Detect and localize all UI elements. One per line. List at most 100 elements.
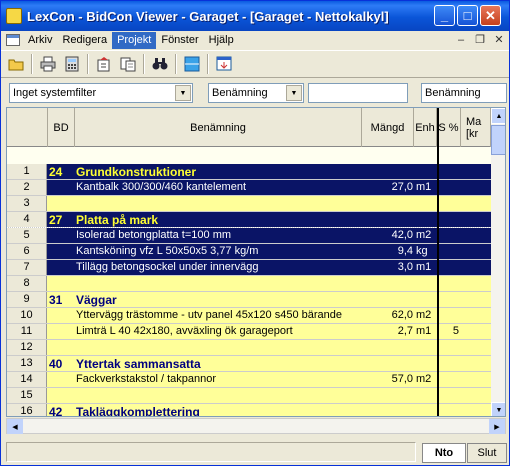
menu-redigera[interactable]: Redigera: [57, 32, 112, 49]
sort-field-dropdown[interactable]: Benämning ▼: [208, 83, 304, 103]
table-row[interactable]: 4 27 Platta på mark: [7, 212, 491, 228]
column-header-benamning[interactable]: Benämning: [75, 108, 362, 147]
close-button[interactable]: ✕: [480, 5, 501, 26]
document-window-icon[interactable]: [6, 34, 20, 46]
chevron-down-icon[interactable]: ▼: [175, 85, 191, 101]
column-header-mangd[interactable]: Mängd: [362, 108, 414, 147]
table-row[interactable]: 9 31 Väggar: [7, 292, 491, 308]
minimize-button[interactable]: _: [434, 5, 455, 26]
table-row[interactable]: 11 Limträ L 40 42x180, avväxling ök garag…: [7, 324, 491, 340]
search-input[interactable]: [308, 83, 408, 103]
title-bar[interactable]: LexCon - BidCon Viewer - Garaget - [Gara…: [1, 1, 509, 31]
print-button[interactable]: [39, 55, 57, 73]
table-row[interactable]: 7 Tillägg betongsockel under innervägg 3,0…: [7, 260, 491, 276]
table-row[interactable]: 13 40 Yttertak sammansatta: [7, 356, 491, 372]
layout-button[interactable]: [183, 55, 201, 73]
table-row[interactable]: 10 Yttervägg trästomme - utv panel 45x120…: [7, 308, 491, 324]
cell-enh: kg: [416, 245, 428, 257]
cell-enh: m1: [416, 181, 432, 193]
scroll-left-icon[interactable]: ◀: [7, 419, 23, 434]
search-column-value: Benämning: [425, 87, 481, 99]
maximize-button[interactable]: □: [457, 5, 478, 26]
cell-enh: m1: [416, 261, 432, 273]
table-row[interactable]: 14 Fackverkstakstol / takpannor 57,0 m2: [7, 372, 491, 388]
row-number: 8: [7, 276, 47, 291]
cell-bd: 40: [49, 357, 63, 371]
tab-slut[interactable]: Slut: [467, 443, 507, 463]
cell-mangd: 62,0: [391, 309, 413, 321]
mdi-close-button[interactable]: ✕: [492, 33, 506, 46]
horizontal-scrollbar[interactable]: ◀ ▶: [6, 418, 506, 434]
table-row[interactable]: 1 24 Grundkonstruktioner: [7, 164, 491, 180]
copy-icon: [120, 57, 136, 72]
menu-hjalp[interactable]: Hjälp: [204, 32, 239, 49]
menu-projekt[interactable]: Projekt: [112, 31, 157, 49]
scroll-right-icon[interactable]: ▶: [489, 419, 505, 434]
scroll-up-icon[interactable]: ▲: [491, 108, 505, 124]
sort-field-value: Benämning: [212, 87, 268, 99]
table-row[interactable]: 12: [7, 340, 491, 356]
grid-header: BD Benämning Mängd Enh S % Ma [kr: [7, 108, 491, 147]
vertical-scrollbar[interactable]: ▲ ▼: [491, 108, 505, 416]
cell-benamning: Kantsköning vfz L 50x50x5 3,77 kg/m: [76, 245, 259, 257]
open-button[interactable]: [7, 55, 25, 73]
menu-fonster[interactable]: Fönster: [156, 32, 203, 49]
calculation-grid[interactable]: BD Benämning Mängd Enh S % Ma [kr 1 24 Gru…: [6, 107, 506, 417]
chevron-down-icon[interactable]: ▼: [286, 85, 302, 101]
cell-mangd: 42,0: [391, 229, 413, 241]
column-header-bd[interactable]: BD: [48, 108, 75, 147]
table-row[interactable]: 3: [7, 196, 491, 212]
cell-benamning: Isolerad betongplatta t=100 mm: [76, 229, 232, 241]
cell-benamning: Yttertak sammansatta: [76, 357, 201, 371]
maximize-icon: □: [463, 8, 472, 23]
row-number-header: [7, 108, 48, 147]
toolbar-separator: [87, 54, 89, 74]
find-button[interactable]: [151, 55, 169, 73]
column-header-enh[interactable]: Enh: [414, 108, 437, 147]
column-divider-thick: [437, 108, 439, 416]
scroll-down-icon[interactable]: ▼: [491, 402, 505, 416]
calculator-button[interactable]: [63, 55, 81, 73]
cell-benamning: Yttervägg trästomme - utv panel 45x120 s…: [76, 309, 342, 321]
scroll-thumb[interactable]: [491, 125, 505, 155]
copy-button[interactable]: [119, 55, 137, 73]
table-row[interactable]: 2 Kantbalk 300/300/460 kantelement 27,0 m1: [7, 180, 491, 196]
row-number: 3: [7, 196, 47, 211]
search-column-field[interactable]: Benämning: [421, 83, 507, 103]
table-row[interactable]: 5 Isolerad betongplatta t=100 mm 42,0 m2: [7, 227, 492, 245]
tab-nto[interactable]: Nto: [422, 443, 466, 463]
cell-mangd: 3,0: [397, 261, 413, 273]
cell-enh: m2: [416, 373, 432, 385]
status-bar: Nto Slut: [1, 438, 509, 465]
row-number: 13: [7, 356, 47, 371]
toolbar-separator: [143, 54, 145, 74]
export-button[interactable]: [95, 55, 113, 73]
row-number: 5: [7, 228, 47, 243]
column-header-s-percent[interactable]: S %: [437, 108, 461, 147]
layout-icon: [184, 56, 200, 72]
menu-arkiv[interactable]: Arkiv: [23, 32, 57, 49]
cell-benamning: Tillägg betongsockel under innervägg: [76, 261, 259, 273]
cell-bd: 31: [49, 293, 63, 307]
column-header-ma[interactable]: Ma [kr: [461, 108, 491, 147]
calculator-icon: [65, 56, 79, 72]
window-button[interactable]: [215, 55, 233, 73]
cell-bd: 24: [49, 165, 63, 179]
mdi-minimize-button[interactable]: –: [454, 33, 468, 46]
row-number: 14: [7, 372, 47, 387]
app-icon: [6, 8, 22, 24]
cell-mangd: 9,4: [397, 245, 413, 257]
system-filter-dropdown[interactable]: Inget systemfilter ▼: [9, 83, 193, 103]
binoculars-icon: [152, 58, 168, 70]
table-row[interactable]: 8: [7, 276, 491, 292]
grid-rows: 1 24 Grundkonstruktioner 2 Kantbalk 300/300/…: [7, 164, 492, 417]
mdi-restore-button[interactable]: ❐: [473, 33, 487, 46]
table-row[interactable]: 6 Kantsköning vfz L 50x50x5 3,77 kg/m 9,4 k…: [7, 244, 491, 260]
cell-enh: m2: [416, 309, 432, 321]
cell-s-percent: 5: [452, 325, 459, 337]
table-row[interactable]: 15: [7, 388, 491, 404]
cell-bd: 42: [49, 405, 63, 417]
table-row[interactable]: 16 42 Takläggkomplettering: [7, 404, 491, 417]
menu-bar: Arkiv Redigera Projekt Fönster Hjälp – ❐…: [1, 31, 509, 49]
toolbar-separator: [31, 54, 33, 74]
